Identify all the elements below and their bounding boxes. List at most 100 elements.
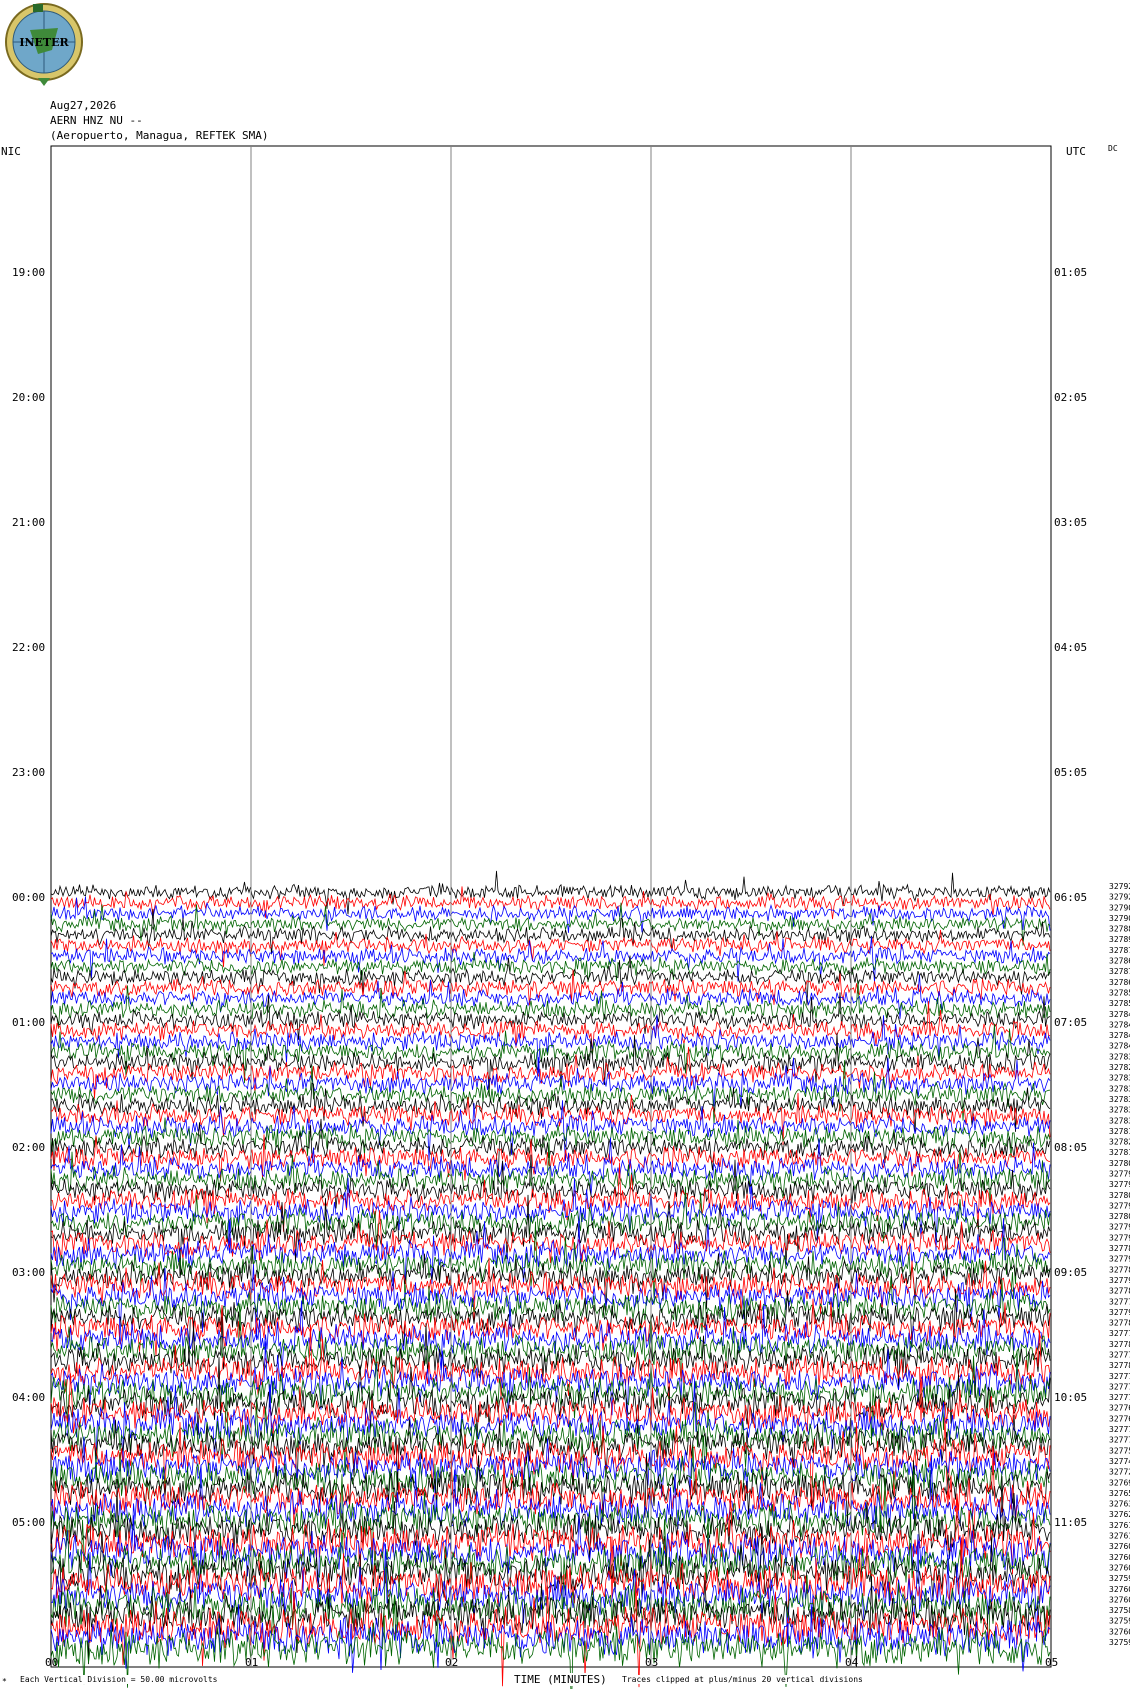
dc-offset-label: 327800 [1109,1212,1130,1221]
dc-offset-label: 327782 [1109,1361,1130,1370]
x-tick-label: 04 [845,1656,859,1669]
utc-hour-label: 04:05 [1054,641,1087,654]
local-hour-label: 20:00 [12,391,45,404]
clip-note: Traces clipped at plus/minus 20 vertical… [622,1675,863,1684]
dc-offset-label: 327743 [1109,1457,1130,1466]
dc-offset-label: 327782 [1109,1340,1130,1349]
dc-offset-label: 327832 [1109,1106,1130,1115]
utc-hour-label: 03:05 [1054,516,1087,529]
local-hour-label: 21:00 [12,516,45,529]
dc-offset-label: 327845 [1109,1042,1130,1051]
dc-offset-label: 327728 [1109,1468,1130,1477]
dc-offset-label: 327795 [1109,1223,1130,1232]
dc-offset-label: 327799 [1109,1180,1130,1189]
utc-hour-label: 11:05 [1054,1516,1087,1529]
dc-offset-label: 327634 [1109,1500,1130,1509]
seismic-trace [50,1023,1051,1084]
dc-offset-label: 327832 [1109,1095,1130,1104]
x-tick-label: 03 [645,1656,658,1669]
dc-offset-label: 327870 [1109,967,1130,976]
dc-offset-label: 327926 [1109,882,1130,891]
dc-offset-label: 327868 [1109,978,1130,987]
seismogram-chart: 327926 327929327908 327901 327884327893 3278… [12,145,1130,1689]
dc-offset-label: 327608 [1109,1585,1130,1594]
dc-offset-label: 327878 [1109,946,1130,955]
dc-offset-label: 327841 [1109,1020,1130,1029]
local-hour-label: 23:00 [12,766,45,779]
local-hour-label: 00:00 [12,891,45,904]
dc-offset-label: 327785 [1109,1265,1130,1274]
dc-offset-label: 327616 [1109,1532,1130,1541]
x-tick-label: 02 [445,1656,458,1669]
dc-offset-label: 327608 [1109,1564,1130,1573]
dc-offset-label: 327862 [1109,957,1130,966]
dc-offset-label: 327813 [1109,1148,1130,1157]
dc-offset-label: 327803 [1109,1191,1130,1200]
x-axis-title: TIME (MINUTES) [514,1673,607,1686]
dc-offset-label: 327848 [1109,1010,1130,1019]
seismic-trace [50,1218,1051,1284]
x-tick-label: 05 [1045,1656,1058,1669]
dc-offset-label: 327602 [1109,1627,1130,1636]
dc-offset-label: 327787 [1109,1244,1130,1253]
dc-offset-label: 327844 [1109,1031,1130,1040]
utc-hour-label: 06:05 [1054,891,1087,904]
dc-offset-label: 327829 [1109,1063,1130,1072]
dc-offset-label: 327908 [1109,903,1130,912]
seismic-trace [50,1324,1051,1423]
dc-offset-label: 327819 [1109,1127,1130,1136]
dc-offset-label: 327839 [1109,1084,1130,1093]
dc-offset-label: 327774 [1109,1372,1130,1381]
local-hour-label: 05:00 [12,1516,45,1529]
dc-offset-label: 327608 [1109,1542,1130,1551]
dc-offset-label: 327775 [1109,1297,1130,1306]
dc-offset-label: 327796 [1109,1255,1130,1264]
dc-offset-label: 327773 [1109,1425,1130,1434]
seismic-trace [50,1604,1051,1673]
dc-offset-label: 327788 [1109,1319,1130,1328]
dc-offset-label: 327606 [1109,1595,1130,1604]
seismic-trace [50,870,1051,915]
dc-offset-label: 327794 [1109,1201,1130,1210]
dc-offset-label: 327929 [1109,893,1130,902]
dc-offset-label: 327787 [1109,1287,1130,1296]
dc-offset-label: 327851 [1109,999,1130,1008]
dc-offset-label: 327690 [1109,1478,1130,1487]
utc-hour-label: 08:05 [1054,1141,1087,1154]
dc-offset-label: 327797 [1109,1170,1130,1179]
dc-offset-label: 327759 [1109,1446,1130,1455]
dc-offset-label: 327790 [1109,1308,1130,1317]
dc-offset-label: 327834 [1109,1052,1130,1061]
dc-offset-label: 327795 [1109,1233,1130,1242]
dc-offset-label: 327771 [1109,1383,1130,1392]
utc-hour-label: 07:05 [1054,1016,1087,1029]
local-hour-label: 01:00 [12,1016,45,1029]
dc-offset-label: 327798 [1109,1276,1130,1285]
dc-offset-label: 327836 [1109,1074,1130,1083]
seismic-trace [50,980,1051,1029]
dc-offset-label: 327598 [1109,1574,1130,1583]
local-hour-label: 02:00 [12,1141,45,1154]
dc-offset-label: 327884 [1109,925,1130,934]
utc-hour-label: 05:05 [1054,766,1087,779]
seismic-trace [50,1566,1051,1657]
dc-offset-label: 327586 [1109,1606,1130,1615]
dc-offset-label: 327600 [1109,1553,1130,1562]
dc-offset-label: 327802 [1109,1159,1130,1168]
dc-offset-label: 327773 [1109,1393,1130,1402]
dc-offset-label: 327770 [1109,1436,1130,1445]
utc-hour-label: 02:05 [1054,391,1087,404]
seismic-trace [50,1316,1051,1398]
utc-hour-label: 09:05 [1054,1266,1087,1279]
dc-offset-label: 327778 [1109,1351,1130,1360]
dc-offset-label: 327767 [1109,1414,1130,1423]
dc-offset-label: 327597 [1109,1638,1130,1647]
dc-offset-label: 327833 [1109,1116,1130,1125]
dc-offset-label: 327616 [1109,1521,1130,1530]
x-tick-label: 01 [245,1656,258,1669]
seismic-trace [50,1060,1051,1124]
dc-offset-label: 327659 [1109,1489,1130,1498]
utc-hour-label: 10:05 [1054,1391,1087,1404]
local-hour-label: 03:00 [12,1266,45,1279]
scale-note: Each Vertical Division = 50.00 microvolt… [20,1675,218,1684]
